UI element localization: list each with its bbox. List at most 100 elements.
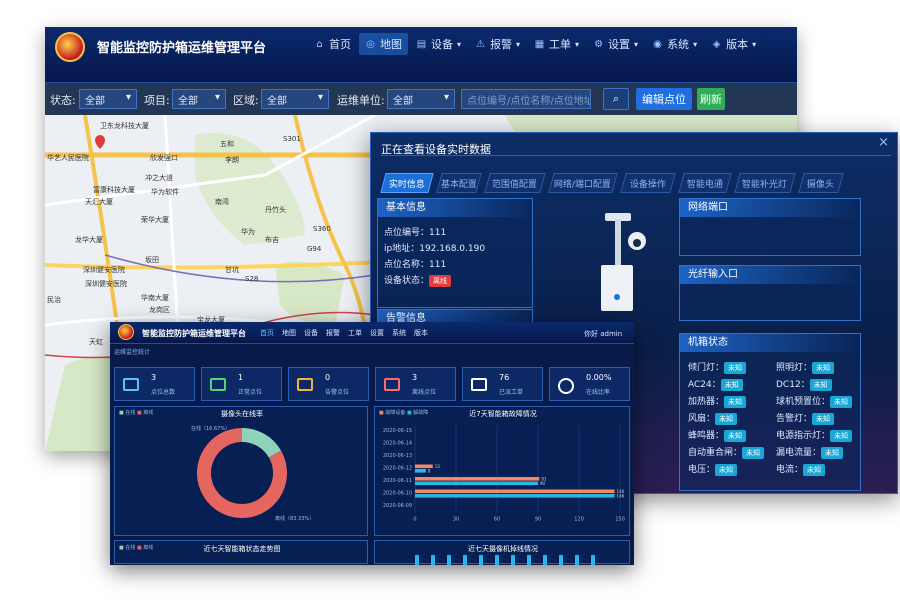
stat-card[interactable]: 3 点位总数 — [114, 367, 195, 401]
map-icon: ◎ — [366, 38, 375, 50]
nav-gear[interactable]: ⚙ 设置 ▾ — [587, 33, 644, 55]
project-filter-select[interactable]: 全部 ▾ — [172, 89, 226, 109]
nav-user[interactable]: ◉ 系统 ▾ — [646, 33, 703, 55]
nav-home[interactable]: ⌂ 首页 — [308, 33, 357, 55]
monitor-icon — [384, 378, 400, 391]
cabinet-status-item: AC24： 未知 — [688, 377, 743, 391]
stat-value: 0 — [325, 373, 331, 382]
bar-解故障 — [415, 469, 426, 473]
nav-label: 首页 — [329, 38, 351, 51]
bar-value-label: 13 — [435, 464, 441, 469]
stat-card[interactable]: 3 离线点位 — [375, 367, 456, 401]
nav-map[interactable]: ◎ 地图 — [359, 33, 408, 55]
donut-legend: ■ 在线 ■ 离线 — [119, 410, 154, 416]
dashboard-navbar: 智能监控防护箱运维管理平台 首页 地图 设备 报警 工单 设置 系统 版本 你好 admin — [110, 322, 634, 344]
camera-offline-panel: 近七天摄像机掉线情况 — [374, 540, 630, 565]
dash-nav-ticket[interactable]: 工单 — [348, 328, 362, 338]
device-tab[interactable]: 基本配置 — [436, 173, 482, 193]
breadcrumb: 运维监控统计 — [114, 349, 151, 356]
user-icon: ◉ — [653, 38, 662, 50]
status-chip: 未知 — [715, 463, 738, 476]
dash-nav-device[interactable]: 设备 — [304, 328, 318, 338]
refresh-button[interactable]: 刷新 — [697, 88, 725, 110]
map-marker-icon[interactable] — [95, 135, 105, 149]
device-icon: ▤ — [416, 38, 427, 50]
cabinet-status-item: 照明灯： 未知 — [776, 360, 835, 374]
status-chip: 未知 — [821, 446, 844, 459]
dash-nav-gear[interactable]: 设置 — [370, 328, 384, 338]
stat-value: 1 — [238, 373, 244, 382]
layers-icon: ◈ — [712, 38, 721, 50]
status-trend-panel: ■ 在线 ■ 离线 近七天智能箱状态走势图 — [114, 540, 368, 564]
stat-card[interactable]: 1 正常点位 — [201, 367, 282, 401]
device-tab[interactable]: 设备操作 — [620, 173, 676, 193]
unit-filter-select[interactable]: 全部 ▾ — [387, 89, 455, 109]
pie-icon — [558, 378, 574, 394]
device-tab[interactable]: 智能电通 — [678, 173, 732, 193]
search-icon: ⌕ — [612, 92, 620, 105]
map-place-label: 深圳健安医院 — [85, 280, 127, 288]
map-place-label: 华艺人民医院 — [47, 154, 89, 162]
region-filter-select[interactable]: 全部 ▾ — [261, 89, 329, 109]
search-input[interactable]: 点位编号/点位名称/点位地址 — [461, 89, 591, 109]
search-button[interactable]: ⌕ — [603, 88, 629, 110]
stat-card[interactable]: 0 告警点位 — [288, 367, 369, 401]
clipboard-icon — [471, 378, 487, 391]
gear-icon: ⚙ — [594, 38, 604, 50]
network-port-title: 网络端口 — [680, 199, 860, 217]
dash-nav-layers[interactable]: 版本 — [414, 328, 428, 338]
status-chip: 未知 — [715, 412, 738, 425]
cabinet-status-item: 蜂鸣器： 未知 — [688, 428, 747, 442]
cabinet-status-item: 电流： 未知 — [776, 462, 826, 476]
dash-nav-home[interactable]: 首页 — [260, 328, 274, 338]
kv-point-id: 点位编号：111 — [384, 228, 447, 238]
region-filter-label: 区域: — [233, 94, 259, 107]
user-greeting[interactable]: 你好 admin — [584, 329, 622, 339]
cabinet-status-item: DC12： 未知 — [776, 377, 832, 391]
dash-nav-map[interactable]: 地图 — [282, 328, 296, 338]
stat-cards: 3 点位总数 1 正常点位 0 告警点位 3 离线点位 76 已派工单 0.00% 在线比率 — [114, 367, 630, 401]
fiber-input-panel: 光纤输入口 — [679, 265, 861, 321]
status-filter-select[interactable]: 全部 ▾ — [79, 89, 137, 109]
nav-device[interactable]: ▤ 设备 ▾ — [410, 33, 467, 55]
stat-card[interactable]: 0.00% 在线比率 — [549, 367, 630, 401]
cabinet-status-item: 球机预置位： 未知 — [776, 394, 853, 408]
stat-label: 在线比率 — [586, 389, 611, 396]
device-tab[interactable]: 智能补光灯 — [734, 173, 796, 193]
fault-bar-chart: 0 30 60 90 120 150 2020-06-15 2020-06-14 2020-06… — [383, 425, 625, 523]
filter-bar: 状态: 全部 ▾ 项目: 全部 ▾ 区域: 全部 ▾ 运维单位: 全部 ▾ 点位编号/点… — [45, 83, 797, 115]
dashboard-menu: 首页 地图 设备 报警 工单 设置 系统 版本 — [260, 328, 428, 338]
dash-nav-alarm[interactable]: 报警 — [326, 328, 340, 338]
nav-layers[interactable]: ◈ 版本 ▾ — [705, 33, 762, 55]
device-tab[interactable]: 范围值配置 — [484, 173, 546, 193]
edit-point-button[interactable]: 编辑点位 — [636, 88, 692, 110]
map-place-label: 华为 — [241, 228, 255, 236]
cabinet-status-item: 加热器： 未知 — [688, 394, 747, 408]
device-tab[interactable]: 实时信息 — [380, 173, 434, 193]
x-tick-label: 30 — [453, 517, 459, 523]
status-badge: 离线 — [429, 274, 452, 287]
stat-card[interactable]: 76 已派工单 — [462, 367, 543, 401]
home-icon: ⌂ — [316, 38, 323, 50]
top-navbar: 智能监控防护箱运维管理平台 ⌂ 首页 ◎ 地图 ▤ 设备 ▾ ⚠ 报警 ▾ ▦ 工单 ▾ ⚙ 设置 ▾ ◉ 系统 ▾… — [45, 27, 797, 83]
device-tab[interactable]: 网络/端口配置 — [548, 173, 618, 193]
map-place-label: 李朗 — [225, 156, 239, 164]
stat-value: 76 — [499, 373, 510, 382]
nav-alarm[interactable]: ⚠ 报警 ▾ — [469, 33, 526, 55]
chevron-down-icon: ▾ — [516, 39, 521, 49]
cabinet-status-item: 电源指示灯： 未知 — [776, 428, 853, 442]
donut-slice-在线 — [241, 428, 281, 458]
stat-label: 正常点位 — [238, 389, 263, 396]
nav-ticket[interactable]: ▦ 工单 ▾ — [528, 33, 585, 55]
map-place-label: 甘坑 — [225, 266, 239, 274]
status-chip: 未知 — [742, 446, 765, 459]
stat-label: 告警点位 — [325, 389, 350, 396]
fiber-input-title: 光纤输入口 — [680, 266, 860, 284]
dash-nav-user[interactable]: 系统 — [392, 328, 406, 338]
bar-value-label: 90 — [540, 481, 546, 486]
camera-pole-image — [601, 213, 646, 311]
stat-value: 0.00% — [586, 373, 612, 382]
status-chip: 未知 — [812, 412, 835, 425]
close-icon[interactable]: × — [878, 135, 889, 150]
device-tab[interactable]: 摄像头 — [798, 173, 844, 193]
